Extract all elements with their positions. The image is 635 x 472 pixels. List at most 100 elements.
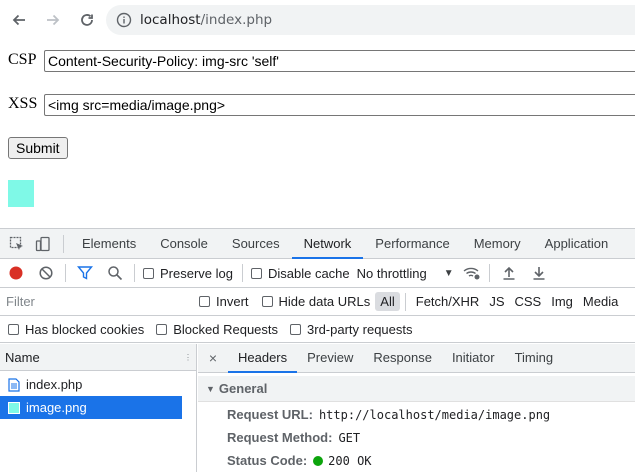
tabbar-divider bbox=[63, 234, 64, 253]
disable-cache-label: Disable cache bbox=[267, 265, 350, 281]
throttling-select[interactable]: No throttling ▼ bbox=[357, 266, 454, 281]
csp-label: CSP bbox=[8, 51, 37, 68]
tab-sources[interactable]: Sources bbox=[220, 229, 292, 258]
checkbox-box[interactable] bbox=[199, 296, 210, 307]
xss-input[interactable]: <img src=media/image.png> bbox=[44, 94, 635, 116]
document-icon bbox=[8, 377, 20, 392]
third-party-requests-checkbox[interactable]: 3rd-party requests bbox=[290, 322, 413, 337]
toolbar-divider bbox=[241, 264, 243, 282]
request-url-row: Request URL: http://localhost/media/imag… bbox=[198, 403, 635, 426]
filter-bar: Filter Invert Hide data URLs All Fetch/X… bbox=[0, 288, 635, 316]
device-toolbar-button[interactable] bbox=[33, 234, 53, 254]
toolbar-divider bbox=[65, 264, 66, 282]
inspect-element-button[interactable] bbox=[7, 234, 27, 254]
collapse-triangle-icon: ▼ bbox=[206, 383, 215, 394]
toolbar-divider bbox=[134, 264, 135, 282]
name-column-label: Name bbox=[5, 350, 40, 365]
submit-button[interactable]: Submit bbox=[8, 137, 68, 159]
status-code-row: Status Code: 200 OK bbox=[198, 449, 635, 472]
filter-toggle-button[interactable] bbox=[72, 261, 98, 285]
has-blocked-cookies-label: Has blocked cookies bbox=[25, 321, 145, 337]
toolbar-divider bbox=[488, 264, 490, 282]
request-method-row: Request Method: GET bbox=[198, 426, 635, 449]
has-blocked-cookies-checkbox[interactable]: Has blocked cookies bbox=[8, 322, 144, 337]
devtools-tabbar: Elements Console Sources Network Perform… bbox=[0, 229, 635, 259]
third-party-requests-label: 3rd-party requests bbox=[307, 321, 413, 337]
clear-button[interactable] bbox=[33, 261, 59, 285]
status-code-value: 200 OK bbox=[313, 454, 372, 468]
device-mobile-icon bbox=[35, 236, 50, 251]
reload-icon bbox=[81, 14, 93, 26]
checkbox-box[interactable] bbox=[261, 296, 273, 307]
tab-timing[interactable]: Timing bbox=[505, 344, 564, 372]
url-host: localhost bbox=[140, 12, 201, 28]
checkbox-box[interactable] bbox=[8, 323, 19, 335]
import-har-button[interactable] bbox=[496, 261, 522, 285]
address-bar[interactable]: localhost/index.php bbox=[106, 5, 635, 35]
filter-input[interactable]: Filter bbox=[2, 291, 185, 313]
search-button[interactable] bbox=[102, 261, 128, 285]
url-path: /index.php bbox=[200, 12, 273, 28]
request-url-value: http://localhost/media/image.png bbox=[318, 407, 551, 422]
checkbox-box[interactable] bbox=[143, 267, 154, 279]
resize-grip-icon[interactable]: ⋮ bbox=[184, 344, 192, 371]
status-code-label: Status Code: bbox=[227, 453, 308, 468]
filter-funnel-icon bbox=[77, 266, 93, 280]
invert-label: Invert bbox=[216, 294, 249, 309]
request-detail: × Headers Preview Response Initiator Tim… bbox=[198, 344, 635, 472]
preserve-log-checkbox[interactable]: Preserve log bbox=[143, 266, 233, 281]
filter-type-img[interactable]: Img bbox=[546, 292, 578, 311]
tab-response[interactable]: Response bbox=[363, 344, 442, 372]
checkbox-box[interactable] bbox=[290, 323, 302, 335]
tab-network[interactable]: Network bbox=[291, 229, 364, 259]
tab-application[interactable]: Application bbox=[533, 229, 621, 258]
filter-type-all[interactable]: All bbox=[375, 292, 400, 311]
request-url-label: Request URL: bbox=[227, 407, 313, 422]
forward-arrow-icon bbox=[47, 14, 60, 26]
page-content: CSP Content-Security-Policy: img-src 'se… bbox=[0, 40, 635, 228]
info-icon[interactable] bbox=[116, 12, 132, 28]
disable-cache-checkbox[interactable]: Disable cache bbox=[250, 265, 350, 281]
filter-type-fetch-xhr[interactable]: Fetch/XHR bbox=[411, 292, 485, 311]
reload-button[interactable] bbox=[72, 5, 102, 35]
blocked-requests-checkbox[interactable]: Blocked Requests bbox=[156, 322, 278, 337]
preserve-log-label: Preserve log bbox=[160, 265, 233, 281]
tab-elements[interactable]: Elements bbox=[70, 229, 148, 258]
back-button[interactable] bbox=[4, 5, 34, 35]
url-text: localhost/index.php bbox=[140, 12, 272, 28]
dropdown-triangle-icon: ▼ bbox=[443, 267, 454, 279]
general-section-header[interactable]: ▼ General bbox=[198, 376, 635, 402]
tab-preview[interactable]: Preview bbox=[297, 344, 363, 372]
request-method-value: GET bbox=[338, 430, 361, 445]
tab-headers[interactable]: Headers bbox=[228, 344, 298, 373]
checkbox-box[interactable] bbox=[250, 267, 262, 279]
tab-memory[interactable]: Memory bbox=[462, 229, 533, 258]
forward-button[interactable] bbox=[38, 5, 68, 35]
record-button[interactable] bbox=[3, 261, 29, 285]
request-row-index-php[interactable]: index.php bbox=[0, 373, 182, 396]
general-section-title: General bbox=[218, 381, 268, 396]
request-row-image-png[interactable]: image.png bbox=[0, 396, 182, 419]
close-detail-icon[interactable]: × bbox=[198, 350, 228, 366]
filter-type-css[interactable]: CSS bbox=[510, 292, 547, 311]
tab-initiator[interactable]: Initiator bbox=[442, 344, 505, 372]
request-method-label: Request Method: bbox=[227, 430, 333, 445]
request-list: Name ⋮ index.php image.png bbox=[0, 344, 197, 472]
request-name: index.php bbox=[26, 377, 83, 392]
filter-type-js[interactable]: JS bbox=[484, 292, 509, 311]
network-conditions-button[interactable] bbox=[459, 261, 485, 285]
name-column-header[interactable]: Name ⋮ bbox=[0, 344, 196, 371]
network-panes: Name ⋮ index.php image.png × Headers Pre… bbox=[0, 344, 635, 472]
xss-label: XSS bbox=[8, 95, 38, 112]
filter-type-media[interactable]: Media bbox=[578, 292, 623, 311]
tab-performance[interactable]: Performance bbox=[363, 229, 461, 258]
throttling-value: No throttling bbox=[356, 265, 427, 281]
invert-checkbox[interactable]: Invert bbox=[199, 294, 249, 309]
checkbox-box[interactable] bbox=[156, 323, 168, 335]
injected-image bbox=[8, 180, 34, 207]
blocked-requests-label: Blocked Requests bbox=[173, 321, 279, 337]
hide-data-urls-checkbox[interactable]: Hide data URLs bbox=[261, 294, 370, 309]
export-har-button[interactable] bbox=[526, 261, 552, 285]
tab-console[interactable]: Console bbox=[148, 229, 220, 258]
csp-input[interactable]: Content-Security-Policy: img-src 'self' bbox=[44, 50, 635, 72]
